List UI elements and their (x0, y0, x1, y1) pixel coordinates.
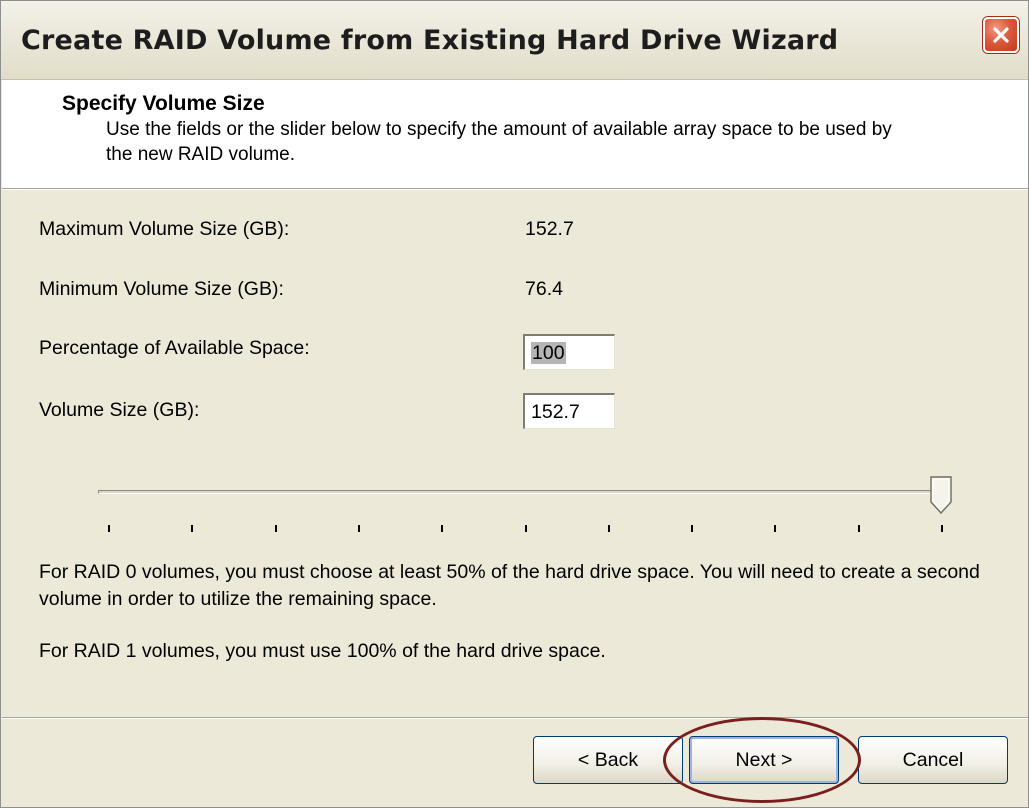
header-divider (2, 188, 1028, 190)
slider-tick (274, 525, 277, 532)
raid1-note: For RAID 1 volumes, you must use 100% of… (39, 640, 606, 662)
window-title: Create RAID Volume from Existing Hard Dr… (21, 25, 839, 56)
raid0-note: For RAID 0 volumes, you must choose at l… (39, 561, 980, 610)
volume-slider-thumb[interactable] (930, 476, 952, 514)
slider-tick (774, 525, 777, 532)
percentage-input-value: 100 (531, 342, 566, 364)
max-volume-size-value: 152.7 (525, 218, 574, 240)
close-button[interactable] (983, 17, 1019, 53)
max-volume-size-label: Maximum Volume Size (GB): (39, 218, 290, 240)
next-button[interactable]: Next > (689, 736, 839, 784)
min-volume-size-value: 76.4 (525, 278, 563, 300)
slider-tick (108, 525, 110, 532)
volume-size-input[interactable]: 152.7 (523, 393, 615, 429)
back-button[interactable]: < Back (533, 736, 683, 784)
title-bar[interactable]: Create RAID Volume from Existing Hard Dr… (1, 1, 1028, 80)
volume-size-input-value: 152.7 (531, 401, 580, 423)
volume-slider-track[interactable] (98, 490, 950, 494)
wizard-window: Create RAID Volume from Existing Hard Dr… (0, 0, 1029, 808)
percentage-label: Percentage of Available Space: (39, 337, 310, 359)
page-description: Use the fields or the slider below to sp… (106, 119, 892, 165)
slider-tick (857, 525, 860, 532)
slider-tick (941, 525, 943, 532)
slider-tick (191, 525, 194, 532)
slider-tick (441, 525, 444, 532)
percentage-input[interactable]: 100 (523, 334, 615, 370)
slider-tick (607, 525, 610, 532)
slider-tick (691, 525, 694, 532)
volume-size-label: Volume Size (GB): (39, 399, 200, 421)
slider-tick (524, 525, 527, 532)
page-title: Specify Volume Size (62, 92, 265, 115)
slider-tick (357, 525, 360, 532)
footer-divider (2, 717, 1028, 719)
min-volume-size-label: Minimum Volume Size (GB): (39, 278, 284, 300)
close-icon (993, 27, 1009, 43)
cancel-button[interactable]: Cancel (858, 736, 1008, 784)
